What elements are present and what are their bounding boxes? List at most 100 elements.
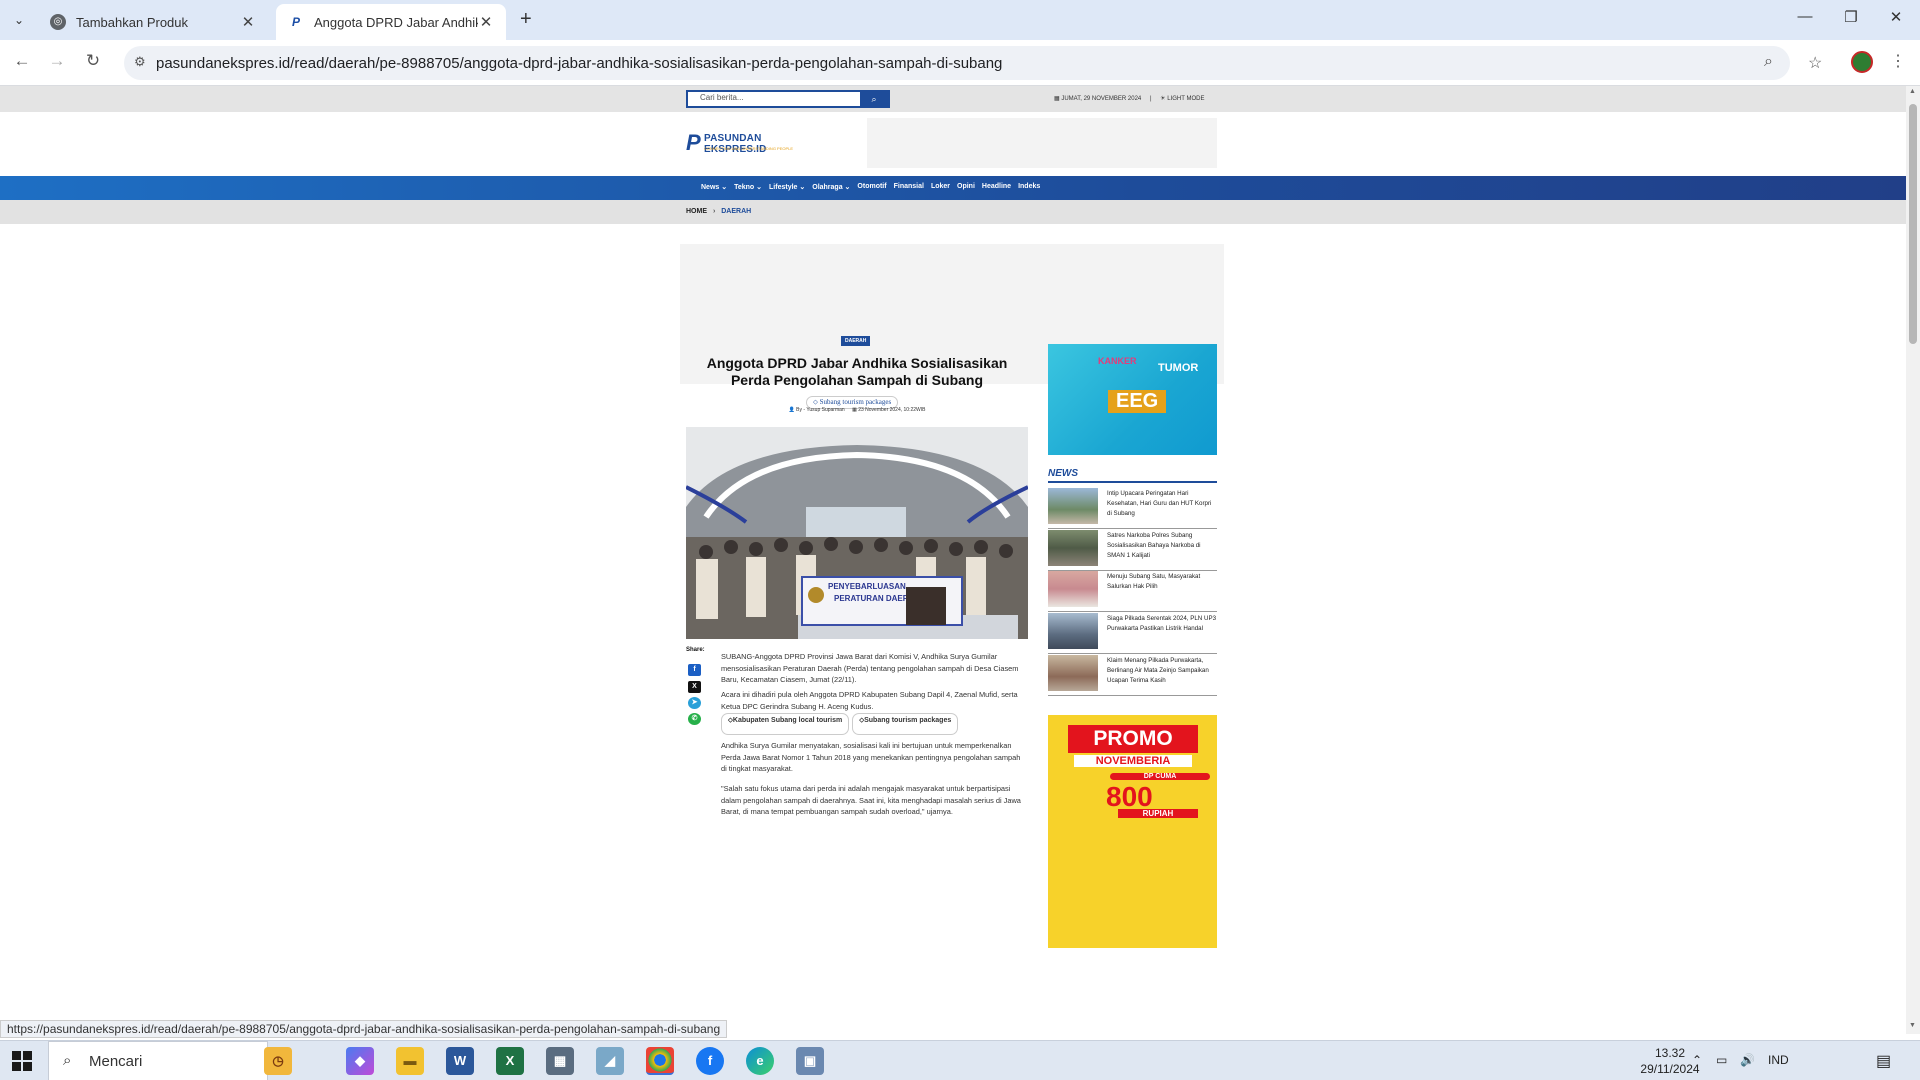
nav-news[interactable]: News ⌄	[701, 183, 727, 191]
sun-icon[interactable]: ☀	[1160, 96, 1165, 102]
volume-icon[interactable]: 🔊	[1740, 1053, 1755, 1067]
current-date: JUMAT, 29 NOVEMBER 2024	[1061, 96, 1142, 102]
vertical-scrollbar[interactable]: ▲ ▼	[1906, 86, 1920, 1034]
menu-kebab-icon[interactable]: ⋮	[1890, 51, 1906, 71]
news-title[interactable]: Klaim Menang Pilkada Purwakarta, Berlina…	[1107, 656, 1217, 686]
new-tab-icon[interactable]: +	[520, 8, 532, 31]
site-logo[interactable]: P PASUNDAN EKSPRES.ID CONNECTING AND UND…	[686, 130, 826, 156]
scroll-thumb[interactable]	[1909, 104, 1917, 344]
bookmark-star-icon[interactable]: ☆	[1808, 53, 1822, 73]
nav-olahraga[interactable]: Olahraga ⌄	[812, 183, 850, 191]
light-mode-toggle[interactable]: LIGHT MODE	[1167, 96, 1204, 102]
sidebar-ad-promo[interactable]: PROMO NOVEMBERIA DP CUMA 800 RUPIAH	[1048, 715, 1217, 948]
facebook-share-icon[interactable]: f	[688, 664, 701, 676]
minimize-icon[interactable]: —	[1785, 8, 1825, 25]
news-title[interactable]: Intip Upacara Peringatan Hari Kesehatan,…	[1107, 489, 1217, 519]
search-icon[interactable]: ⌕	[860, 92, 888, 106]
nav-opini[interactable]: Opini	[957, 183, 975, 191]
paragraph: "Salah satu fokus utama dari perda ini a…	[721, 784, 1021, 816]
tab-search-icon[interactable]: ⌄	[8, 9, 30, 31]
divider	[1048, 481, 1217, 483]
file-explorer-icon[interactable]: ▬	[396, 1047, 424, 1075]
banner-text: PENYEBARLUASAN	[828, 582, 906, 591]
news-item[interactable]: Menuju Subang Satu, Masyarakat Salurkan …	[1048, 568, 1217, 612]
news-item[interactable]: Satres Narkoba Polres Subang Sosialisasi…	[1048, 527, 1217, 571]
breadcrumb-home[interactable]: HOME	[686, 208, 707, 215]
site-search[interactable]: Cari berita... ⌕	[686, 90, 890, 108]
zoom-icon[interactable]: ⌕	[1764, 53, 1773, 71]
news-item[interactable]: Siaga Pilkada Serentak 2024, PLN UP3 Pur…	[1048, 610, 1217, 654]
nav-finansial[interactable]: Finansial	[894, 183, 924, 191]
facebook-icon[interactable]: f	[696, 1047, 724, 1075]
nav-otomotif[interactable]: Otomotif	[857, 183, 886, 191]
ad-text: RUPIAH	[1118, 809, 1198, 818]
byline: 👤 By - Yusup Suparman ▦ 23 November 2024…	[686, 407, 1028, 413]
nav-loker[interactable]: Loker	[931, 183, 950, 191]
news-title[interactable]: Menuju Subang Satu, Masyarakat Salurkan …	[1107, 572, 1217, 592]
network-icon[interactable]: ▭	[1716, 1053, 1727, 1067]
photos-icon[interactable]: ▣	[796, 1047, 824, 1075]
nav-indeks[interactable]: Indeks	[1018, 183, 1040, 191]
windows-start-icon[interactable]	[12, 1051, 32, 1071]
nav-lifestyle[interactable]: Lifestyle ⌄	[769, 183, 805, 191]
scroll-down-icon[interactable]: ▼	[1909, 1022, 1916, 1029]
status-url: https://pasundanekspres.id/read/daerah/p…	[0, 1020, 728, 1038]
sidebar-ad-hospital[interactable]: KANKER TUMOR EEG	[1048, 344, 1217, 455]
language-indicator[interactable]: IND	[1768, 1053, 1789, 1067]
news-item[interactable]: Intip Upacara Peringatan Hari Kesehatan,…	[1048, 485, 1217, 529]
tab-tambahkan-produk[interactable]: ◎ Tambahkan Produk ✕	[38, 4, 268, 40]
restore-icon[interactable]: ❐	[1831, 8, 1871, 26]
calendar-icon: ▦	[852, 407, 857, 413]
telegram-share-icon[interactable]: ➤	[688, 697, 701, 709]
search-input[interactable]: Cari berita...	[700, 93, 744, 102]
tab-title: Anggota DPRD Jabar Andhika S	[314, 14, 478, 30]
clock[interactable]: 13.32 29/11/2024	[1635, 1045, 1705, 1077]
globe-icon: ◎	[50, 14, 66, 30]
breadcrumb-current[interactable]: DAERAH	[721, 208, 751, 215]
app-icon[interactable]: ◢	[596, 1047, 624, 1075]
taskbar-search[interactable]: ⌕ Mencari	[48, 1041, 268, 1080]
news-title[interactable]: Satres Narkoba Polres Subang Sosialisasi…	[1107, 531, 1217, 561]
site-info-icon[interactable]: ⚙	[134, 54, 146, 70]
address-bar[interactable]: ⚙ pasundanekspres.id/read/daerah/pe-8988…	[124, 46, 1822, 80]
chevron-right-icon: ›	[712, 208, 716, 215]
close-tab-icon[interactable]: ✕	[478, 13, 494, 31]
inline-tags: ⬦Kabupaten Subang local tourism ⬦Subang …	[721, 713, 959, 735]
news-thumbnail	[1048, 488, 1098, 524]
back-icon[interactable]: ←	[10, 51, 34, 71]
tag-chip[interactable]: ⬦Kabupaten Subang local tourism	[721, 713, 850, 735]
profile-avatar[interactable]	[1851, 51, 1873, 73]
nav-headline[interactable]: Headline	[982, 183, 1011, 191]
notification-icon[interactable]: ▤	[1876, 1051, 1891, 1071]
forward-icon[interactable]: →	[45, 51, 69, 71]
edge-icon[interactable]: e	[746, 1047, 774, 1075]
whatsapp-share-icon[interactable]: ✆	[688, 713, 701, 725]
calculator-icon[interactable]: ▦	[546, 1047, 574, 1075]
tab-strip: ⌄ ◎ Tambahkan Produk ✕ P Anggota DPRD Ja…	[0, 0, 1920, 40]
excel-icon[interactable]: X	[496, 1047, 524, 1075]
tag-chip[interactable]: ⬦Subang tourism packages	[852, 713, 959, 735]
close-tab-icon[interactable]: ✕	[240, 13, 256, 31]
word-icon[interactable]: W	[446, 1047, 474, 1075]
toolbar: ← → ↻ ⚙ pasundanekspres.id/read/daerah/p…	[0, 40, 1920, 86]
close-window-icon[interactable]: ✕	[1876, 8, 1916, 26]
taskbar-search-text[interactable]: Mencari	[89, 1053, 142, 1070]
chrome-icon[interactable]	[646, 1047, 674, 1075]
author[interactable]: By - Yusup Suparman	[796, 407, 845, 413]
x-share-icon[interactable]: X	[688, 681, 701, 693]
logo-name: PASUNDAN EKSPRES.ID	[704, 133, 767, 155]
ad-text: PROMO	[1068, 725, 1198, 753]
widget-icon[interactable]: ◷	[264, 1047, 292, 1075]
url-text[interactable]: pasundanekspres.id/read/daerah/pe-898870…	[156, 55, 1002, 72]
copilot-icon[interactable]: ◆	[346, 1047, 374, 1075]
article-title: Anggota DPRD Jabar Andhika Sosialisasika…	[706, 355, 1008, 388]
tag-icon: ⬦	[813, 398, 818, 406]
news-item[interactable]: Klaim Menang Pilkada Purwakarta, Berlina…	[1048, 652, 1217, 696]
news-title[interactable]: Siaga Pilkada Serentak 2024, PLN UP3 Pur…	[1107, 614, 1217, 634]
category-badge[interactable]: DAERAH	[841, 336, 871, 346]
paragraph: Acara ini dihadiri pula oleh Anggota DPR…	[721, 690, 1018, 711]
nav-tekno[interactable]: Tekno ⌄	[734, 183, 762, 191]
tab-article[interactable]: P Anggota DPRD Jabar Andhika S ✕	[276, 4, 506, 40]
reload-icon[interactable]: ↻	[81, 51, 105, 71]
scroll-up-icon[interactable]: ▲	[1909, 88, 1916, 95]
